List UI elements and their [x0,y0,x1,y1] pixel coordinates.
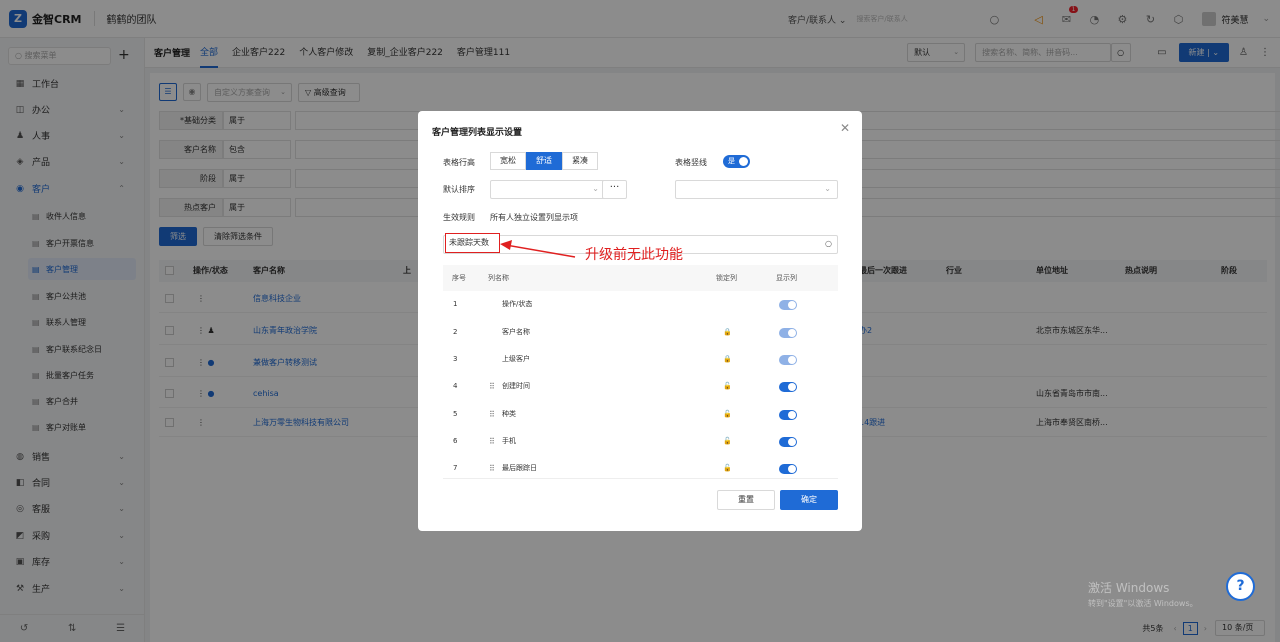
help-icon[interactable]: ? [1226,572,1255,601]
annotation-arrow [500,240,576,258]
annotation-text: 升级前无此功能 [585,247,683,263]
windows-watermark: 激活 Windows 转到"设置"以激活 Windows。 [1088,579,1198,609]
watermark-line2: 转到"设置"以激活 Windows。 [1088,599,1198,608]
watermark-line1: 激活 Windows [1088,581,1170,595]
